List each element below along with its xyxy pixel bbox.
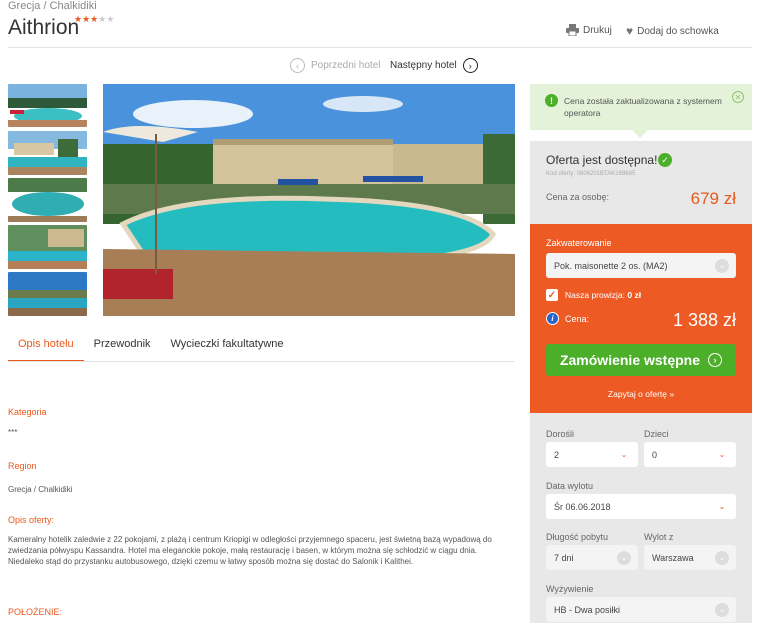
add-to-favourites-button[interactable]: ♥ Dodaj do schowka <box>626 24 719 38</box>
stay-length-select[interactable]: 7 dni ⌄ <box>546 545 638 570</box>
commission-checkbox[interactable]: ✓ <box>546 289 558 301</box>
adults-label: Dorośli <box>546 429 575 439</box>
price-per-person-label: Cena za osobę: <box>546 192 610 202</box>
gallery-thumbnail[interactable] <box>8 84 87 127</box>
order-button-label: Zamówienie wstępne <box>559 352 701 368</box>
children-label: Dzieci <box>644 429 669 439</box>
location-label: POŁOŻENIE: <box>8 607 63 617</box>
gallery-thumbnail[interactable] <box>8 272 87 316</box>
stay-length-label: Długość pobytu <box>546 532 609 542</box>
next-hotel-label: Następny hotel <box>390 60 457 71</box>
offer-box: Oferta jest dostępna! ✓ Kod oferty: 0606… <box>530 141 752 224</box>
favourite-label: Dodaj do schowka <box>637 25 719 37</box>
offer-code: Kod oferty: 0606201BTAK168685 <box>546 171 636 177</box>
tabs-divider <box>8 361 515 362</box>
chevron-down-icon: ⌄ <box>620 450 628 459</box>
info-icon: ! <box>545 94 558 107</box>
chevron-down-icon: ⌄ <box>715 258 729 273</box>
board-label: Wyżywienie <box>546 584 594 594</box>
header-divider <box>8 47 752 48</box>
commission-value: 0 zł <box>627 290 642 300</box>
departure-date-value: Śr 06.06.2018 <box>554 501 611 512</box>
price-update-notice: ! Cena została zaktualizowana z systemem… <box>530 84 752 130</box>
category-label: Kategoria <box>8 407 47 417</box>
children-select[interactable]: 0 ⌄ <box>644 442 736 467</box>
star-icon: ★ <box>106 14 115 24</box>
hotel-main-photo[interactable] <box>103 84 515 316</box>
departure-date-select[interactable]: Śr 06.06.2018 ⌄ <box>546 494 736 519</box>
next-hotel-link[interactable]: Następny hotel › <box>390 58 478 73</box>
prev-hotel-link[interactable]: ‹ Poprzedni hotel <box>290 58 381 73</box>
adults-value: 2 <box>554 449 560 460</box>
close-icon[interactable]: ✕ <box>732 91 744 103</box>
hotel-title: Aithrion <box>8 16 80 39</box>
board-select[interactable]: HB - Dwa posiłki ⌄ <box>546 597 736 622</box>
commission-text: Nasza prowizja: 0 zł <box>565 290 641 300</box>
heart-icon: ♥ <box>626 24 634 38</box>
prev-hotel-label: Poprzedni hotel <box>311 60 381 71</box>
departure-city-select[interactable]: Warszawa ⌄ <box>644 545 736 570</box>
chevron-down-icon: ⌄ <box>715 602 729 617</box>
chevron-left-icon: ‹ <box>290 58 305 73</box>
tab-guide[interactable]: Przewodnik <box>84 338 161 362</box>
ask-about-offer-link[interactable]: Zapytaj o ofertę » <box>530 389 752 399</box>
booking-box: Zakwaterowanie Pok. maisonette 2 os. (MA… <box>530 224 752 413</box>
offer-description-label: Opis oferty: <box>8 515 55 525</box>
category-value: *** <box>8 428 18 437</box>
chevron-down-icon: ⌄ <box>617 550 631 565</box>
accommodation-value: Pok. maisonette 2 os. (MA2) <box>554 260 668 271</box>
stay-length-value: 7 dni <box>554 552 574 563</box>
board-value: HB - Dwa posiłki <box>554 604 621 615</box>
region-label: Region <box>8 461 37 471</box>
star-icon: ★ <box>74 14 83 24</box>
chevron-down-icon: ⌄ <box>715 550 729 565</box>
accommodation-select[interactable]: Pok. maisonette 2 os. (MA2) ⌄ <box>546 253 736 278</box>
commission-label: Nasza prowizja: <box>565 290 625 300</box>
offer-description-text: Kameralny hotelik zaledwie z 22 pokojami… <box>8 535 492 566</box>
notice-pointer <box>632 130 648 138</box>
adults-select[interactable]: 2 ⌄ <box>546 442 638 467</box>
accommodation-label: Zakwaterowanie <box>546 238 612 248</box>
check-icon: ✓ <box>658 153 672 167</box>
gallery-thumbnail[interactable] <box>8 131 87 175</box>
gallery-thumbnail[interactable] <box>8 225 87 269</box>
star-icon: ★ <box>82 14 91 24</box>
print-label: Drukuj <box>583 24 612 36</box>
breadcrumb[interactable]: Grecja / Chalkidiki <box>8 0 97 12</box>
search-form: Dorośli 2 ⌄ Dzieci 0 ⌄ Data wylotu Śr 06… <box>530 413 752 623</box>
departure-city-label: Wylot z <box>644 532 674 542</box>
tab-hotel-description[interactable]: Opis hotelu <box>8 338 84 362</box>
printer-icon <box>566 24 579 36</box>
chevron-down-icon: ⌄ <box>718 502 726 511</box>
chevron-right-icon: › <box>708 353 723 367</box>
notice-text: Cena została zaktualizowana z systemem o… <box>564 96 722 118</box>
star-rating: ★★★★★ <box>74 14 114 25</box>
gallery-thumbnail[interactable] <box>8 178 87 222</box>
chevron-right-icon: › <box>462 58 478 73</box>
region-value: Grecja / Chalkidiki <box>8 485 73 494</box>
chevron-down-icon: ⌄ <box>718 450 726 459</box>
hotel-tabs: Opis hotelu Przewodnik Wycieczki fakulta… <box>8 338 294 362</box>
total-price-label: Cena: <box>565 314 590 324</box>
print-button[interactable]: Drukuj <box>566 24 612 36</box>
offer-available-text: Oferta jest dostępna! <box>546 153 658 167</box>
departure-date-label: Data wylotu <box>546 481 594 491</box>
departure-city-value: Warszawa <box>652 552 694 563</box>
info-icon[interactable]: i <box>546 312 559 325</box>
order-button[interactable]: Zamówienie wstępne › <box>546 344 736 376</box>
children-value: 0 <box>652 449 658 460</box>
tab-excursions[interactable]: Wycieczki fakultatywne <box>161 338 294 362</box>
total-price: 1 388 zł <box>672 310 736 330</box>
price-per-person: 679 zł <box>690 189 736 208</box>
